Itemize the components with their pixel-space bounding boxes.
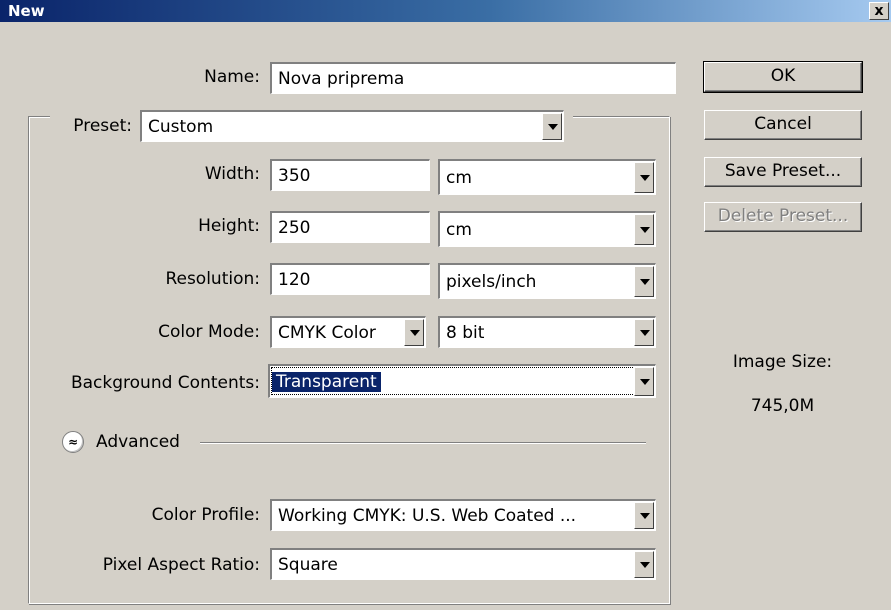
width-input[interactable]: 350	[270, 159, 430, 191]
title-bar: New x	[0, 0, 891, 22]
delete-preset-button: Delete Preset...	[704, 202, 862, 232]
close-icon: x	[874, 3, 884, 19]
chevron-down-icon[interactable]	[404, 319, 424, 346]
chevron-down-icon[interactable]	[634, 266, 654, 297]
chevron-down-icon[interactable]	[634, 502, 654, 529]
color-profile-select[interactable]: Working CMYK: U.S. Web Coated ...	[270, 499, 656, 531]
name-input-value: Nova priprema	[278, 68, 405, 89]
bit-depth-select[interactable]: 8 bit	[438, 316, 656, 348]
resolution-label: Resolution:	[165, 269, 260, 289]
name-input[interactable]: Nova priprema	[270, 62, 676, 94]
window-title: New	[8, 2, 45, 20]
cancel-button[interactable]: Cancel	[704, 110, 862, 140]
resolution-unit-value: pixels/inch	[446, 271, 537, 292]
color-mode-label: Color Mode:	[158, 322, 260, 342]
height-label: Height:	[198, 216, 260, 236]
close-button[interactable]: x	[869, 2, 889, 20]
save-preset-button[interactable]: Save Preset...	[704, 157, 862, 187]
preset-select-value: Custom	[148, 116, 214, 137]
advanced-toggle-label[interactable]: Advanced	[96, 431, 192, 453]
image-size-value: 745,0M	[750, 396, 815, 416]
width-label: Width:	[204, 164, 260, 184]
color-mode-value: CMYK Color	[278, 322, 376, 343]
color-profile-label: Color Profile:	[151, 505, 260, 525]
resolution-unit-select[interactable]: pixels/inch	[438, 263, 656, 299]
ok-button[interactable]: OK	[703, 61, 863, 93]
collapse-advanced-icon[interactable]: ≈	[62, 431, 84, 453]
height-unit-select[interactable]: cm	[438, 211, 656, 247]
color-profile-value: Working CMYK: U.S. Web Coated ...	[278, 505, 577, 526]
double-chevron-up-icon: ≈	[67, 435, 79, 449]
preset-select[interactable]: Custom	[140, 110, 564, 142]
chevron-down-icon[interactable]	[634, 367, 654, 396]
resolution-input[interactable]: 120	[270, 263, 430, 295]
chevron-down-icon[interactable]	[634, 319, 654, 346]
name-label: Name:	[204, 67, 260, 87]
resolution-input-value: 120	[278, 269, 311, 290]
bit-depth-value: 8 bit	[446, 322, 485, 343]
image-size-label: Image Size:	[732, 352, 833, 372]
preset-label: Preset:	[73, 116, 132, 136]
pixel-aspect-ratio-label: Pixel Aspect Ratio:	[102, 555, 260, 575]
chevron-down-icon[interactable]	[634, 162, 654, 193]
height-unit-value: cm	[446, 219, 472, 240]
color-mode-select[interactable]: CMYK Color	[270, 316, 426, 348]
width-unit-select[interactable]: cm	[438, 159, 656, 195]
height-input[interactable]: 250	[270, 211, 430, 243]
background-contents-select[interactable]: Transparent	[268, 364, 656, 398]
width-unit-value: cm	[446, 167, 472, 188]
background-contents-label: Background Contents:	[70, 373, 260, 393]
chevron-down-icon[interactable]	[634, 214, 654, 245]
advanced-divider	[200, 442, 646, 444]
height-input-value: 250	[278, 217, 311, 238]
pixel-aspect-ratio-select[interactable]: Square	[270, 548, 656, 580]
chevron-down-icon[interactable]	[634, 551, 654, 578]
width-input-value: 350	[278, 165, 311, 186]
pixel-aspect-ratio-value: Square	[278, 554, 338, 575]
background-contents-value: Transparent	[272, 371, 381, 392]
chevron-down-icon[interactable]	[542, 113, 562, 140]
